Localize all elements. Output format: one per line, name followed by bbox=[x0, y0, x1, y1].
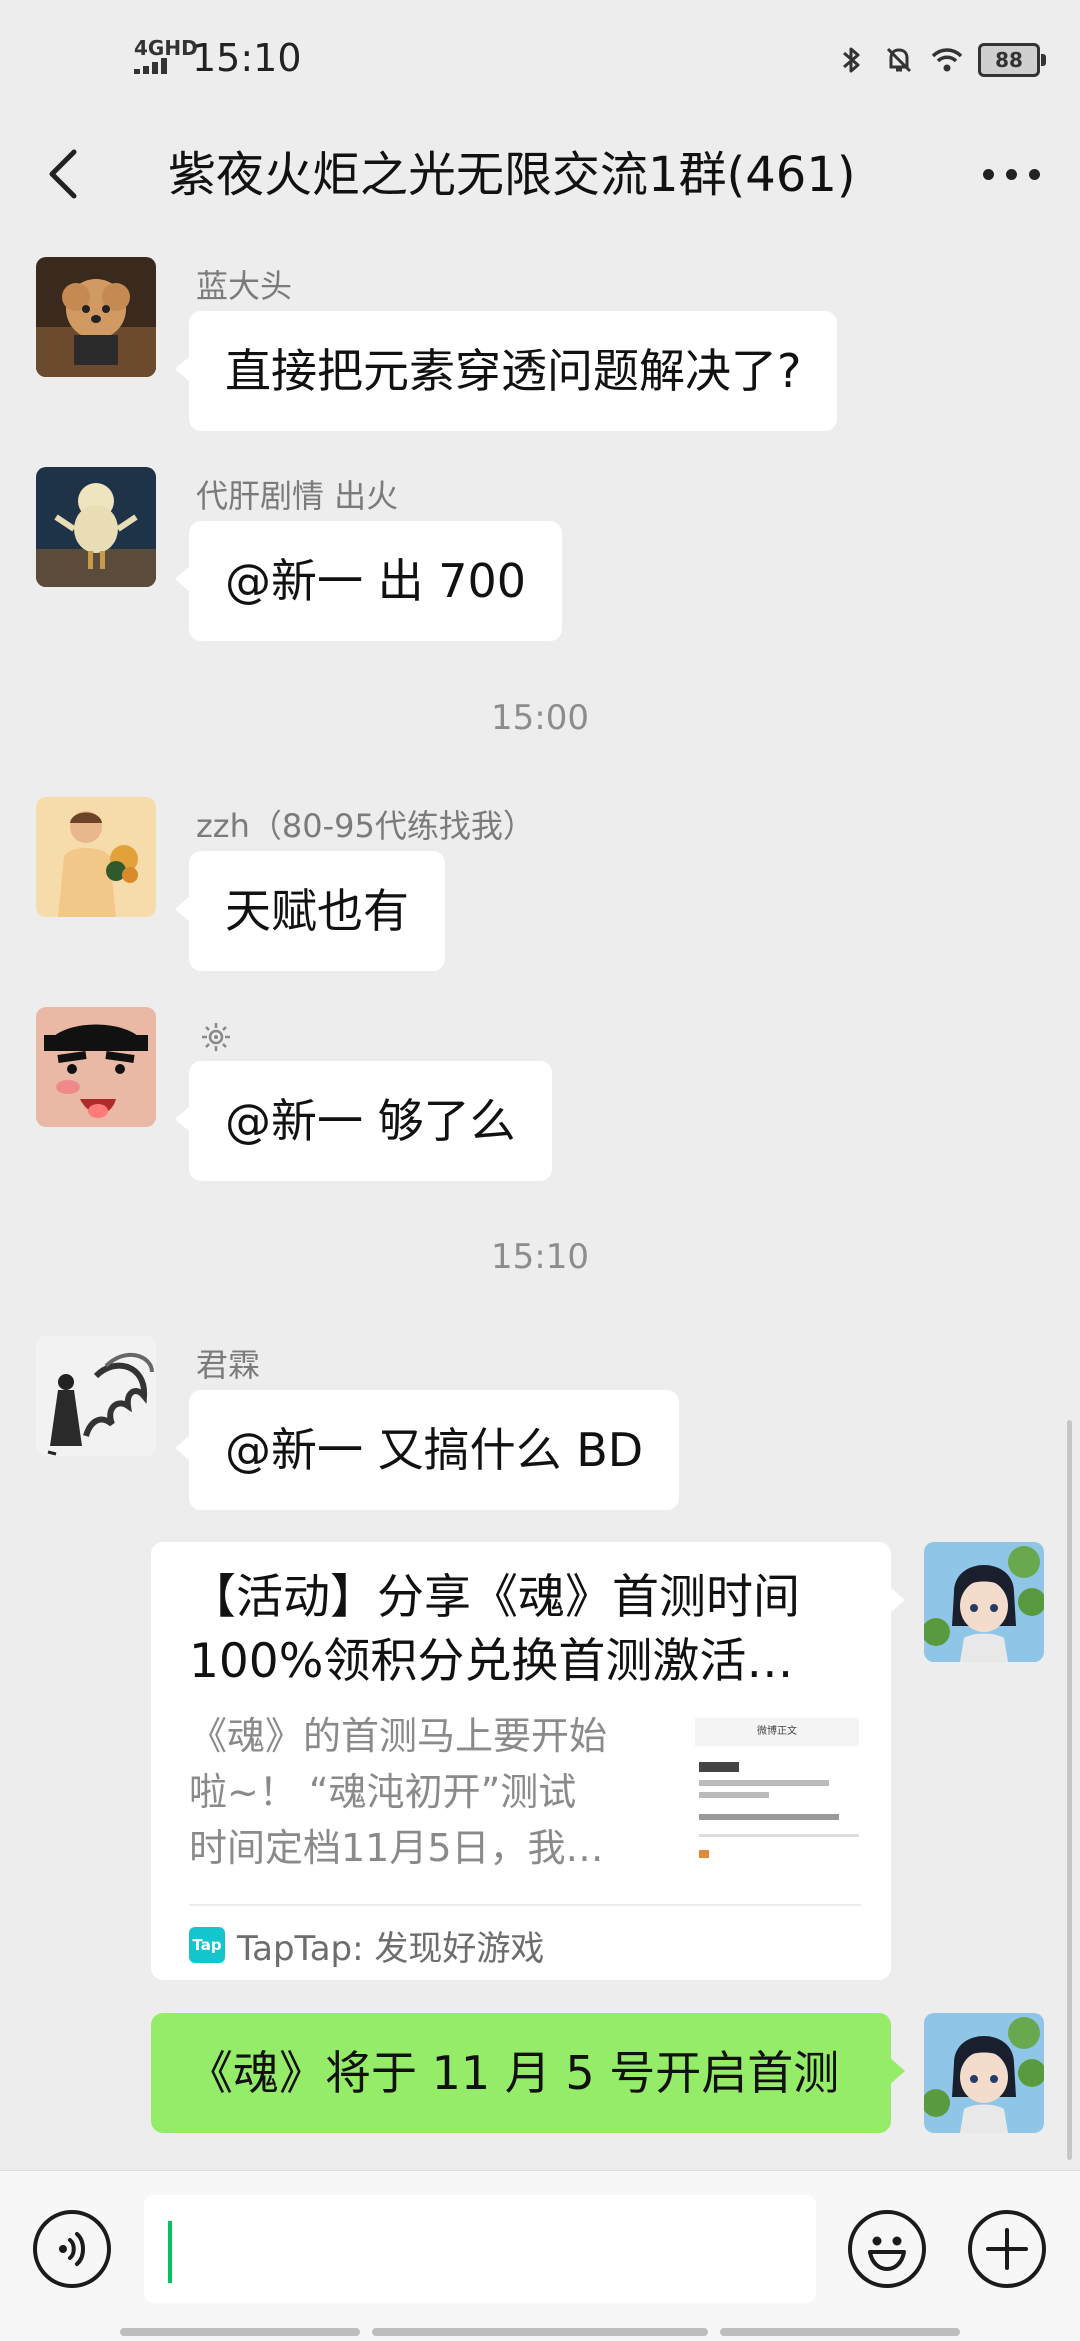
avatar[interactable] bbox=[36, 467, 156, 587]
scrollbar[interactable] bbox=[1067, 1420, 1072, 2160]
my-avatar[interactable] bbox=[924, 2013, 1044, 2133]
emoji-icon[interactable] bbox=[848, 2210, 926, 2288]
timestamp: 15:10 bbox=[491, 1237, 589, 1277]
status-bar: 4GHD 15:10 88 bbox=[0, 0, 1080, 120]
chat-title: 紫夜火炬之光无限交流1群(461) bbox=[168, 147, 856, 203]
card-source-label: TapTap: 发现好游戏 bbox=[237, 1928, 545, 1969]
my-avatar[interactable] bbox=[924, 1542, 1044, 1662]
my-message-bubble[interactable]: 《魂》将于 11 月 5 号开启首测 bbox=[151, 2013, 905, 2133]
message-bubble[interactable]: 直接把元素穿透问题解决了? bbox=[174, 311, 838, 431]
more-icon[interactable] bbox=[966, 142, 1056, 206]
thumb-title: 微博正文 bbox=[695, 1718, 859, 1746]
battery-indicator: 88 bbox=[978, 43, 1046, 77]
wifi-icon bbox=[931, 48, 963, 72]
input-bar bbox=[0, 2170, 1080, 2341]
card-desc-line: 时间定档11月5日，我… bbox=[189, 1826, 604, 1870]
sun-icon bbox=[202, 1023, 230, 1051]
avatar[interactable] bbox=[36, 1007, 156, 1127]
chat-header: 紫夜火炬之光无限交流1群(461) bbox=[0, 120, 1080, 235]
message-input[interactable] bbox=[144, 2195, 816, 2303]
message-bubble[interactable]: @新一 出 700 bbox=[174, 521, 563, 641]
message-bubble[interactable]: @新一 又搞什么 BD bbox=[174, 1390, 680, 1510]
sender-name: 代肝剧情 出火 bbox=[196, 477, 399, 515]
voice-icon[interactable] bbox=[33, 2210, 111, 2288]
sender-name: 君霖 bbox=[196, 1346, 261, 1384]
link-card[interactable]: 【活动】分享《魂》首测时间 100%领积分兑换首测激活… 《魂》的首测马上要开始… bbox=[151, 1542, 905, 1980]
card-title: 【活动】分享《魂》首测时间 100%领积分兑换首测激活… bbox=[189, 1566, 869, 1694]
card-desc-line: 《魂》的首测马上要开始 bbox=[189, 1714, 608, 1758]
message-bubble[interactable]: @新一 够了么 bbox=[175, 1061, 552, 1181]
system-nav-bar bbox=[0, 2328, 1080, 2340]
plus-icon[interactable] bbox=[968, 2210, 1046, 2288]
sender-name: zzh（80-95代练找我） bbox=[196, 807, 535, 845]
network-type: 4GHD bbox=[134, 36, 198, 60]
card-thumbnail: 微博正文 bbox=[695, 1718, 859, 1878]
avatar[interactable] bbox=[36, 797, 156, 917]
mute-icon bbox=[886, 47, 912, 73]
status-time: 15:10 bbox=[192, 36, 302, 80]
avatar[interactable] bbox=[36, 257, 156, 377]
timestamp: 15:00 bbox=[491, 698, 589, 738]
card-divider bbox=[189, 1904, 861, 1906]
card-description: 《魂》的首测马上要开始 啦~！ “魂沌初开”测试 时间定档11月5日，我… bbox=[189, 1708, 629, 1876]
card-source: Tap TapTap: 发现好游戏 bbox=[189, 1920, 544, 1970]
bluetooth-icon bbox=[843, 47, 860, 73]
card-desc-line: 啦~！ “魂沌初开”测试 bbox=[189, 1770, 577, 1814]
card-title-line: 【活动】分享《魂》首测时间 bbox=[189, 1570, 800, 1625]
taptap-logo-icon: Tap bbox=[189, 1927, 225, 1963]
sender-name: 蓝大头 bbox=[196, 267, 293, 305]
avatar[interactable] bbox=[36, 1336, 156, 1456]
signal-icon bbox=[134, 58, 174, 74]
card-title-line: 100%领积分兑换首测激活… bbox=[189, 1634, 794, 1689]
text-caret bbox=[168, 2221, 172, 2283]
message-bubble[interactable]: 天赋也有 bbox=[175, 851, 445, 971]
back-arrow-icon[interactable] bbox=[34, 142, 98, 206]
status-icons: 88 bbox=[834, 40, 1046, 80]
